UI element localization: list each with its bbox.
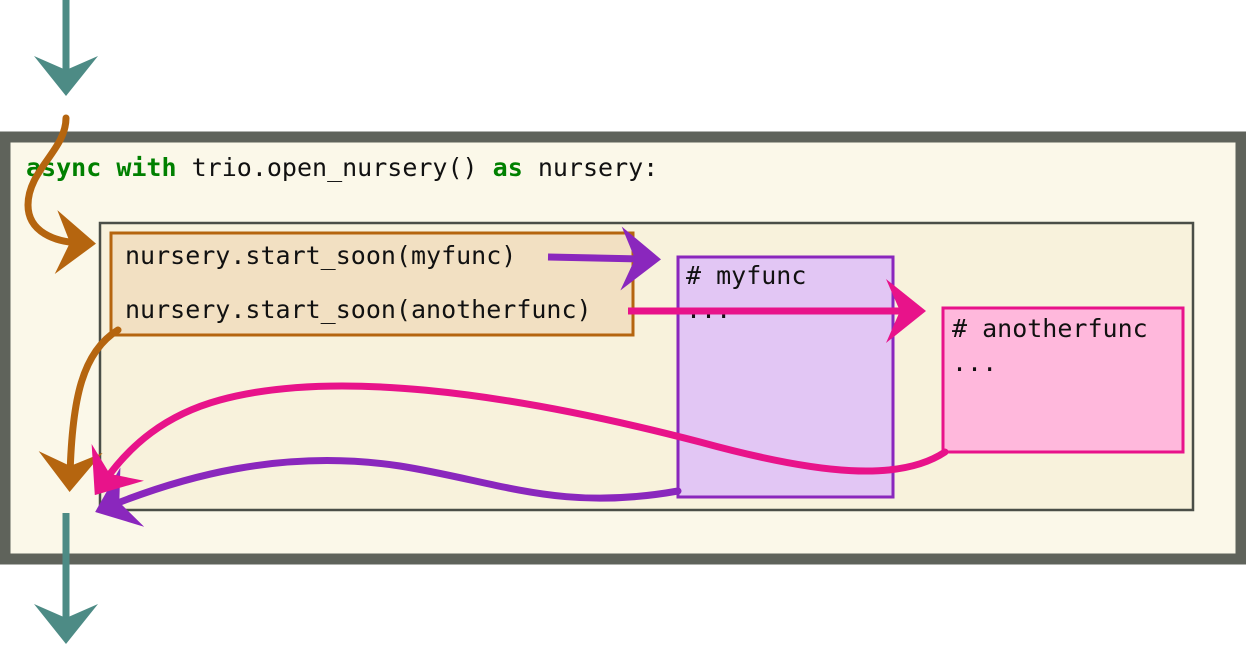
keyword-with: with <box>116 153 176 182</box>
start-soon-anotherfunc-line: nursery.start_soon(anotherfunc) <box>125 295 592 324</box>
open-nursery-call: trio.open_nursery() <box>192 153 478 182</box>
anotherfunc-comment: # anotherfunc <box>952 314 1148 343</box>
nursery-diagram: async with trio.open_nursery() as nurser… <box>0 0 1246 644</box>
start-soon-myfunc-line: nursery.start_soon(myfunc) <box>125 241 516 270</box>
async-with-line: async with trio.open_nursery() as nurser… <box>26 153 658 182</box>
anotherfunc-ellipsis: ... <box>952 348 997 377</box>
spawn-myfunc-arrow <box>547 226 661 291</box>
keyword-as: as <box>493 153 523 182</box>
nursery-variable: nursery: <box>538 153 658 182</box>
myfunc-comment: # myfunc <box>686 261 806 290</box>
